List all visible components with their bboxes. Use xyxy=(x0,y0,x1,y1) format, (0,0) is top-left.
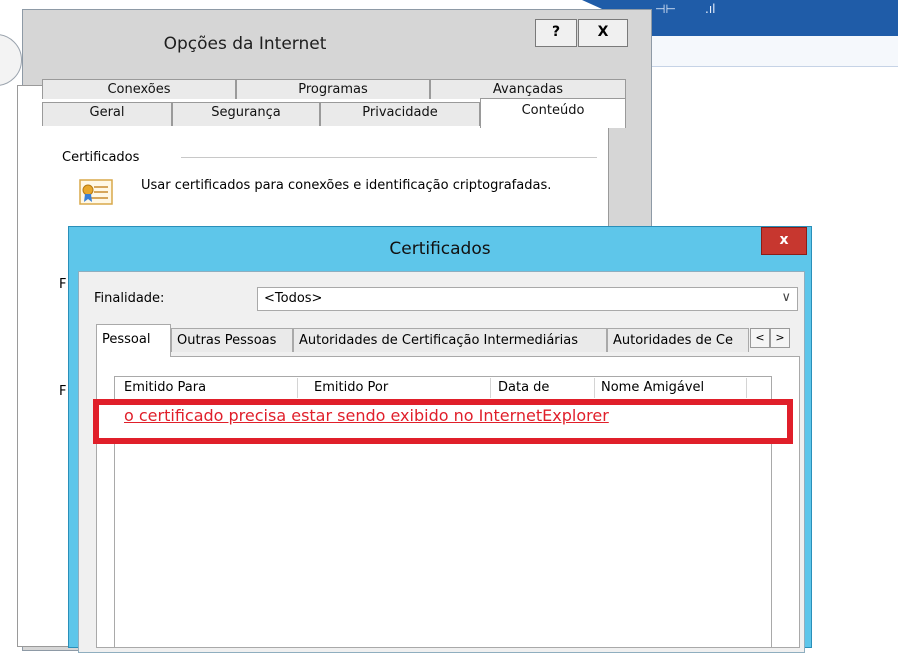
window-title: Opções da Internet xyxy=(163,34,327,54)
tab-seguranca[interactable]: Segurança xyxy=(172,102,320,126)
certificates-section-title: Certificados xyxy=(62,150,140,165)
scroll-right-button[interactable]: > xyxy=(770,328,790,348)
dialog-title: Certificados xyxy=(389,239,491,259)
scroll-left-button[interactable]: < xyxy=(750,328,770,348)
tab-conteudo[interactable]: Conteúdo xyxy=(480,98,626,128)
background-browser-addressbar xyxy=(640,36,898,67)
chevron-down-icon: ∨ xyxy=(781,290,791,305)
purpose-select[interactable]: <Todos> ∨ xyxy=(257,287,798,311)
column-header-date[interactable]: Data de xyxy=(498,380,549,395)
section-divider xyxy=(181,157,597,158)
column-separator[interactable] xyxy=(490,378,491,398)
purpose-value: <Todos> xyxy=(264,291,323,306)
tab-conexoes[interactable]: Conexões xyxy=(42,79,236,99)
tab-pessoal[interactable]: Pessoal xyxy=(96,324,171,357)
tab-programas[interactable]: Programas xyxy=(236,79,430,99)
background-browser-titlebar xyxy=(640,0,898,36)
column-separator[interactable] xyxy=(594,378,595,398)
column-separator[interactable] xyxy=(297,378,298,398)
help-button[interactable]: ? xyxy=(535,19,577,47)
column-header-issued-to[interactable]: Emitido Para xyxy=(124,380,206,395)
background-back-button[interactable] xyxy=(0,34,22,86)
column-separator[interactable] xyxy=(746,378,747,398)
column-header-friendly-name[interactable]: Nome Amigável xyxy=(601,380,704,395)
annotation-text: o certificado precisa estar sendo exibid… xyxy=(124,406,609,425)
certificate-icon xyxy=(78,178,114,206)
partial-label: F xyxy=(59,277,67,292)
purpose-label: Finalidade: xyxy=(94,291,165,306)
column-header-issued-by[interactable]: Emitido Por xyxy=(314,380,388,395)
certificates-description: Usar certificados para conexões e identi… xyxy=(141,178,552,193)
tab-autoridades-raiz[interactable]: Autoridades de Ce xyxy=(607,328,749,352)
tab-avancadas[interactable]: Avançadas xyxy=(430,79,626,99)
tab-autoridades-intermediarias[interactable]: Autoridades de Certificação Intermediári… xyxy=(293,328,607,352)
signal-icon: .ıl xyxy=(705,2,716,16)
close-button[interactable]: x xyxy=(761,227,807,255)
background-indicator-icon: ⊣⊢ xyxy=(655,2,676,16)
tab-outras-pessoas[interactable]: Outras Pessoas xyxy=(171,328,293,352)
tab-privacidade[interactable]: Privacidade xyxy=(320,102,480,126)
close-button[interactable]: X xyxy=(578,19,628,47)
partial-label: F xyxy=(59,384,67,399)
tab-geral[interactable]: Geral xyxy=(42,102,172,126)
